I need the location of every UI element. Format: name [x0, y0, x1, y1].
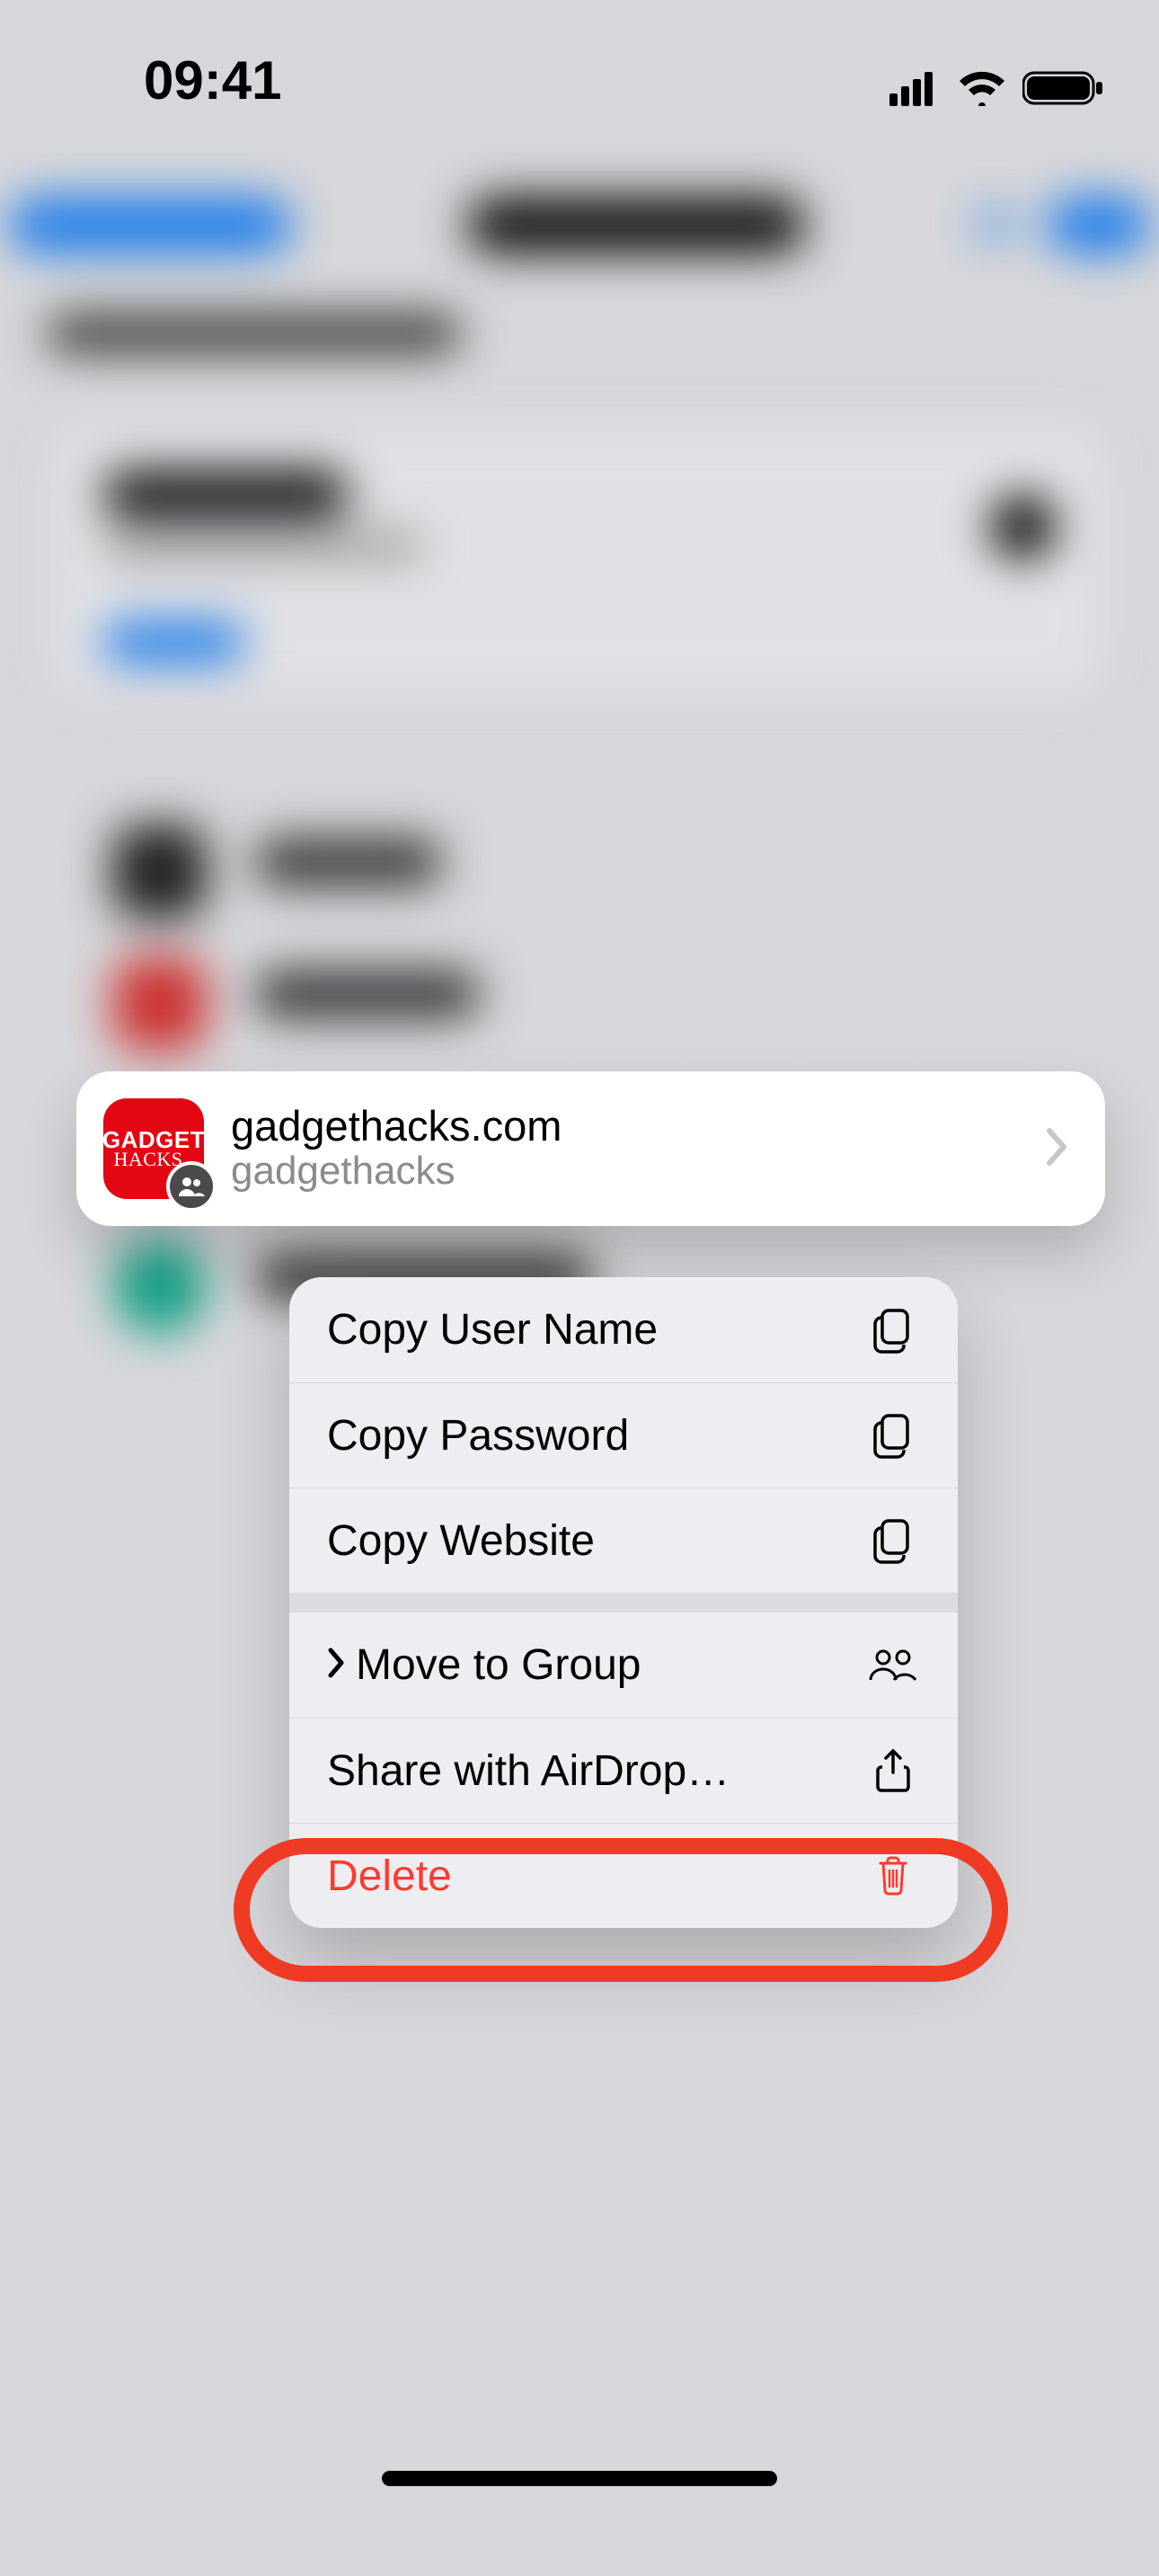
wifi-icon: [958, 70, 1006, 111]
menu-copy-password[interactable]: Copy Password: [289, 1382, 958, 1488]
copy-icon: [866, 1412, 920, 1459]
menu-label: Move to Group: [356, 1640, 866, 1690]
cellular-icon: [889, 70, 942, 111]
battery-icon: [1022, 69, 1105, 111]
menu-label: Delete: [327, 1852, 866, 1901]
preview-title: gadgethacks.com: [231, 1104, 1046, 1148]
menu-separator: [289, 1593, 958, 1612]
menu-label: Share with AirDrop…: [327, 1746, 866, 1796]
menu-label: Copy Website: [327, 1516, 866, 1566]
people-icon: [866, 1648, 920, 1683]
preview-subtitle: gadgethacks: [231, 1149, 1046, 1194]
copy-icon: [866, 1307, 920, 1354]
menu-label: Copy Password: [327, 1411, 866, 1461]
chevron-right-icon: [327, 1640, 347, 1690]
status-bar: 09:41: [0, 0, 1159, 117]
password-preview-card[interactable]: GADGET HACKS gadgethacks.com gadgethacks: [76, 1071, 1105, 1226]
context-menu: Copy User Name Copy Password Copy Websit…: [289, 1277, 958, 1928]
home-indicator: [382, 2471, 777, 2486]
chevron-right-icon: [1046, 1127, 1069, 1171]
copy-icon: [866, 1517, 920, 1564]
shared-group-badge-icon: [166, 1161, 217, 1212]
menu-share-airdrop[interactable]: Share with AirDrop…: [289, 1718, 958, 1823]
menu-copy-user-name[interactable]: Copy User Name: [289, 1277, 958, 1382]
share-icon: [866, 1747, 920, 1794]
trash-icon: [866, 1854, 920, 1897]
menu-copy-website[interactable]: Copy Website: [289, 1488, 958, 1593]
menu-move-to-group[interactable]: Move to Group: [289, 1612, 958, 1718]
status-time: 09:41: [144, 49, 281, 111]
menu-delete[interactable]: Delete: [289, 1823, 958, 1928]
site-icon: GADGET HACKS: [103, 1098, 204, 1199]
menu-label: Copy User Name: [327, 1305, 866, 1355]
